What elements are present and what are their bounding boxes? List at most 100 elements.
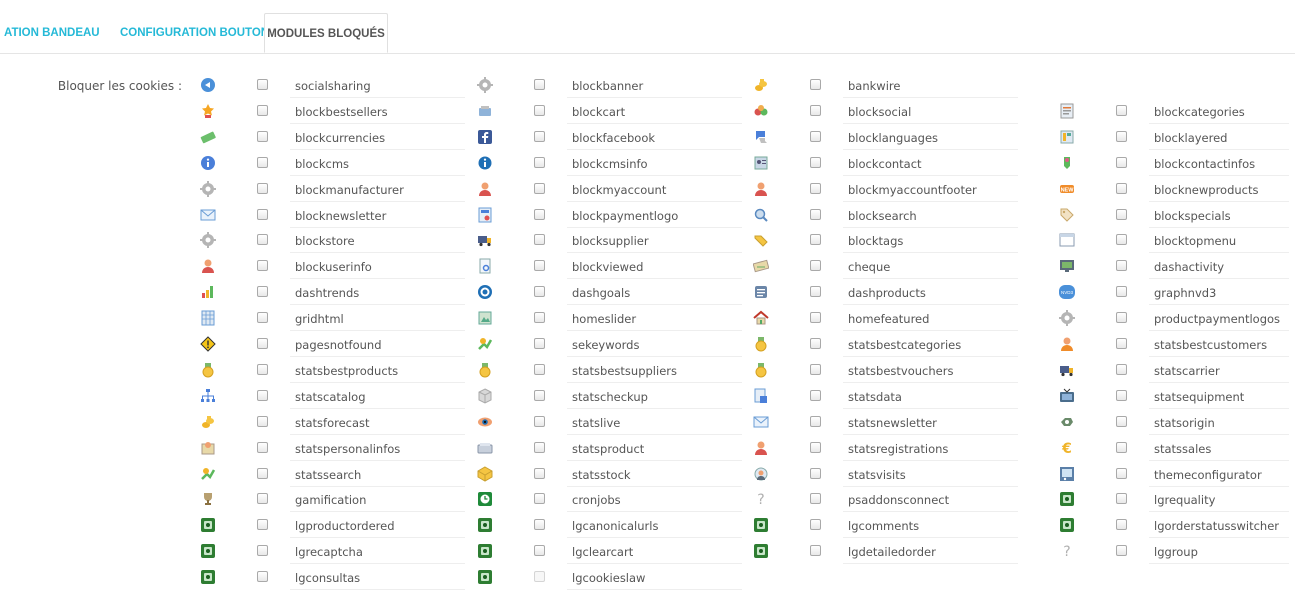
block-checkbox-blockstore[interactable]: [257, 234, 268, 246]
block-checkbox-blockbanner[interactable]: [534, 79, 545, 90]
svg-text:?: ?: [757, 492, 764, 507]
new-badge-icon: NEW: [1059, 181, 1075, 197]
block-checkbox-blockcart[interactable]: [534, 104, 545, 116]
block-checkbox-statsregistrations[interactable]: [810, 441, 821, 453]
block-checkbox-statscheckup[interactable]: [534, 389, 545, 401]
block-checkbox-blockuserinfo[interactable]: [257, 260, 268, 272]
block-checkbox-blocknewproducts[interactable]: [1116, 182, 1127, 194]
block-checkbox-lgrecaptcha[interactable]: [257, 545, 268, 557]
block-checkbox-blockcurrencies[interactable]: [257, 130, 268, 142]
box-icon: [477, 388, 493, 404]
block-checkbox-blocksupplier[interactable]: [534, 234, 545, 246]
block-checkbox-dashactivity[interactable]: [1116, 260, 1127, 272]
block-checkbox-lgdetailedorder[interactable]: [810, 545, 821, 557]
block-checkbox-blocktags[interactable]: [810, 234, 821, 246]
tag-icon: [1059, 207, 1075, 223]
module-name: lgconsultas: [295, 571, 361, 586]
block-checkbox-blocktopmenu[interactable]: [1116, 234, 1127, 246]
block-checkbox-themeconfigurator[interactable]: [1116, 467, 1127, 479]
tab-information-bandeau[interactable]: ATION BANDEAU: [4, 13, 100, 53]
block-checkbox-cheque[interactable]: [810, 260, 821, 272]
row-divider: [290, 381, 465, 383]
block-checkbox-pagesnotfound[interactable]: [257, 338, 268, 349]
block-checkbox-statsbestcategories[interactable]: [810, 338, 821, 349]
block-checkbox-blockspecials[interactable]: [1116, 208, 1127, 220]
block-checkbox-bankwire[interactable]: [810, 79, 821, 90]
block-checkbox-lggroup[interactable]: [1116, 545, 1127, 557]
block-checkbox-statsbestvouchers[interactable]: [810, 363, 821, 375]
block-checkbox-blockpaymentlogo[interactable]: [534, 208, 545, 220]
theme-icon: [1059, 466, 1075, 482]
block-checkbox-dashtrends[interactable]: [257, 286, 268, 298]
lg-icon: [200, 517, 216, 533]
origin-icon: [1059, 414, 1075, 430]
block-checkbox-blockcategories[interactable]: [1116, 104, 1127, 116]
block-checkbox-productpaymentlogos[interactable]: [1116, 312, 1127, 324]
block-checkbox-lgclearcart[interactable]: [534, 545, 545, 557]
block-checkbox-lgconsultas[interactable]: [257, 571, 268, 583]
block-checkbox-statsstock[interactable]: [534, 467, 545, 479]
block-checkbox-statspersonalinfos[interactable]: [257, 441, 268, 453]
module-row-bankwire: bankwire: [753, 73, 1019, 99]
block-checkbox-cronjobs[interactable]: [534, 493, 545, 505]
block-checkbox-blocklayered[interactable]: [1116, 130, 1127, 142]
tv-icon: [1059, 388, 1075, 404]
block-checkbox-blocklanguages[interactable]: [810, 130, 821, 142]
tab-modules-bloques[interactable]: MODULES BLOQUÉS: [264, 13, 388, 53]
block-checkbox-statsbestcustomers[interactable]: [1116, 338, 1127, 349]
block-checkbox-blockbestsellers[interactable]: [257, 104, 268, 116]
block-checkbox-statssales[interactable]: [1116, 441, 1127, 453]
row-divider: [290, 459, 465, 461]
block-checkbox-blockfacebook[interactable]: [534, 130, 545, 142]
module-row-blocklayered: blocklayered: [1059, 125, 1289, 151]
block-checkbox-statsbestsuppliers[interactable]: [534, 363, 545, 375]
module-row-dashproducts: dashproducts: [753, 280, 1019, 306]
block-checkbox-dashproducts[interactable]: [810, 286, 821, 298]
block-checkbox-statscatalog[interactable]: [257, 389, 268, 401]
block-checkbox-blockcontact[interactable]: [810, 156, 821, 168]
block-checkbox-statsequipment[interactable]: [1116, 389, 1127, 401]
tab-configuration-boutons[interactable]: CONFIGURATION BOUTONS: [120, 13, 277, 53]
block-checkbox-blockmyaccount[interactable]: [534, 182, 545, 194]
block-checkbox-lgorderstatusswitcher[interactable]: [1116, 519, 1127, 531]
block-checkbox-statsorigin[interactable]: [1116, 415, 1127, 427]
block-checkbox-blockviewed[interactable]: [534, 260, 545, 272]
module-row-gamification: gamification: [200, 487, 466, 513]
block-checkbox-statsbestproducts[interactable]: [257, 363, 268, 375]
block-checkbox-blockcmsinfo[interactable]: [534, 156, 545, 168]
block-checkbox-graphnvd3[interactable]: [1116, 286, 1127, 298]
module-row-socialsharing: socialsharing: [200, 73, 466, 99]
block-checkbox-blockcms[interactable]: [257, 156, 268, 168]
block-checkbox-gamification[interactable]: [257, 493, 268, 505]
block-checkbox-blocksearch[interactable]: [810, 208, 821, 220]
module-row-themeconfigurator: themeconfigurator: [1059, 462, 1289, 488]
block-checkbox-homeslider[interactable]: [534, 312, 545, 324]
block-checkbox-blockmyaccountfooter[interactable]: [810, 182, 821, 194]
module-name: blockcms: [295, 156, 350, 171]
block-checkbox-gridhtml[interactable]: [257, 312, 268, 324]
block-checkbox-socialsharing[interactable]: [257, 79, 268, 90]
block-checkbox-blocknewsletter[interactable]: [257, 208, 268, 220]
block-checkbox-statsvisits[interactable]: [810, 467, 821, 479]
block-checkbox-blockcontactinfos[interactable]: [1116, 156, 1127, 168]
block-checkbox-dashgoals[interactable]: [534, 286, 545, 298]
block-checkbox-lgproductordered[interactable]: [257, 519, 268, 531]
block-checkbox-statsnewsletter[interactable]: [810, 415, 821, 427]
block-checkbox-sekeywords[interactable]: [534, 338, 545, 349]
block-checkbox-lgrequality[interactable]: [1116, 493, 1127, 505]
module-row-blocknewproducts: NEW blocknewproducts: [1059, 177, 1289, 203]
block-checkbox-blockmanufacturer[interactable]: [257, 182, 268, 194]
block-checkbox-statscarrier[interactable]: [1116, 363, 1127, 375]
row-divider: [290, 511, 465, 513]
user-icon: [477, 181, 493, 197]
block-checkbox-lgcanonicalurls[interactable]: [534, 519, 545, 531]
block-checkbox-statsproduct[interactable]: [534, 441, 545, 453]
block-checkbox-statslive[interactable]: [534, 415, 545, 427]
block-checkbox-lgcomments[interactable]: [810, 519, 821, 531]
block-checkbox-statssearch[interactable]: [257, 467, 268, 479]
block-checkbox-statsforecast[interactable]: [257, 415, 268, 427]
block-checkbox-statsdata[interactable]: [810, 389, 821, 401]
block-checkbox-homefeatured[interactable]: [810, 312, 821, 324]
block-checkbox-blocksocial[interactable]: [810, 104, 821, 116]
block-checkbox-psaddonsconnect[interactable]: [810, 493, 821, 505]
